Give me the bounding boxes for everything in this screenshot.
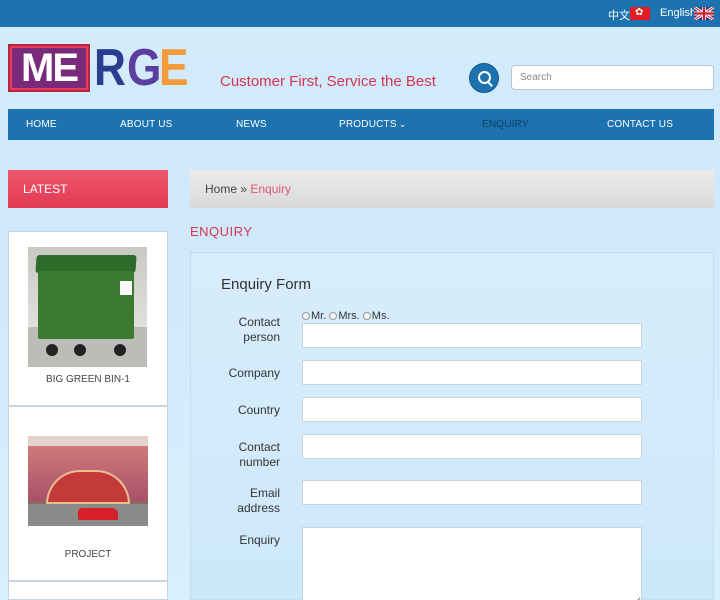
logo-g-letter: G: [127, 39, 162, 97]
slogan: Customer First, Service the Best: [220, 73, 436, 90]
salutation-radio-group: Mr. Mrs. Ms.: [302, 310, 390, 322]
nav-products-label: PRODUCTS: [339, 119, 397, 130]
logo-e-letter: E: [159, 39, 189, 97]
label-line: Email: [249, 486, 280, 500]
search-input[interactable]: [511, 65, 714, 90]
nav-about-us[interactable]: ABOUT US: [120, 119, 173, 130]
contact-person-input[interactable]: [302, 323, 642, 348]
enquiry-textarea[interactable]: [302, 527, 642, 600]
radio-ms[interactable]: [362, 312, 371, 321]
label-line: number: [239, 455, 280, 469]
latest-item-card[interactable]: [8, 581, 168, 600]
enquiry-label: Enquiry: [239, 533, 280, 547]
radio-mrs[interactable]: [329, 312, 338, 321]
radio-ms-label: Ms.: [371, 310, 390, 322]
email-input[interactable]: [302, 480, 642, 505]
label-line: person: [243, 330, 280, 344]
country-input[interactable]: [302, 397, 642, 422]
top-bar: 中文 English: [0, 0, 720, 27]
logo-r-letter: R: [94, 39, 126, 97]
radio-mr-label: Mr.: [311, 310, 327, 322]
language-english-link[interactable]: English: [660, 7, 696, 19]
nav-products[interactable]: PRODUCTS ⌄: [339, 119, 406, 130]
contact-number-label: Contact number: [190, 440, 280, 470]
card-caption[interactable]: BIG GREEN BIN-1: [9, 374, 167, 385]
latest-item-card[interactable]: PROJECT: [8, 406, 168, 581]
logo-me-block: ME: [8, 44, 90, 92]
latest-item-card[interactable]: BIG GREEN BIN-1: [8, 231, 168, 406]
breadcrumb-current: Enquiry: [250, 182, 292, 196]
page-title: ENQUIRY: [190, 224, 253, 239]
radio-mrs-label: Mrs.: [338, 310, 360, 322]
latest-heading: LATEST: [8, 170, 168, 208]
language-chinese-link[interactable]: 中文: [608, 7, 630, 23]
green-bin-image[interactable]: [28, 247, 147, 367]
chevron-down-icon: ⌄: [398, 119, 407, 129]
radio-mr[interactable]: [302, 312, 310, 321]
search-icon[interactable]: [469, 63, 499, 93]
label-line: address: [237, 501, 280, 515]
contact-number-input[interactable]: [302, 434, 642, 459]
breadcrumb-home[interactable]: Home: [205, 182, 237, 196]
uk-flag-icon[interactable]: [694, 7, 714, 20]
breadcrumb-separator: »: [237, 182, 251, 196]
nav-news[interactable]: NEWS: [236, 119, 267, 130]
company-input[interactable]: [302, 360, 642, 385]
contact-person-label: Contact person: [190, 315, 280, 345]
main-nav: HOME ABOUT US NEWS PRODUCTS ⌄ ENQUIRY CON…: [8, 109, 714, 140]
breadcrumb: Home » Enquiry: [190, 170, 714, 208]
nav-enquiry[interactable]: ENQUIRY: [482, 119, 529, 130]
form-title: Enquiry Form: [221, 276, 312, 293]
hong-kong-flag-icon[interactable]: [630, 6, 650, 20]
email-label: Email address: [190, 486, 280, 516]
company-label: Company: [228, 366, 280, 380]
label-line: Contact: [238, 440, 280, 454]
country-label: Country: [237, 403, 280, 417]
logo-me-text: ME: [12, 48, 86, 88]
label-line: Contact: [238, 315, 280, 329]
project-image[interactable]: [28, 436, 148, 526]
nav-home[interactable]: HOME: [26, 119, 57, 130]
card-caption[interactable]: PROJECT: [9, 549, 167, 560]
nav-contact-us[interactable]: CONTACT US: [607, 119, 673, 130]
